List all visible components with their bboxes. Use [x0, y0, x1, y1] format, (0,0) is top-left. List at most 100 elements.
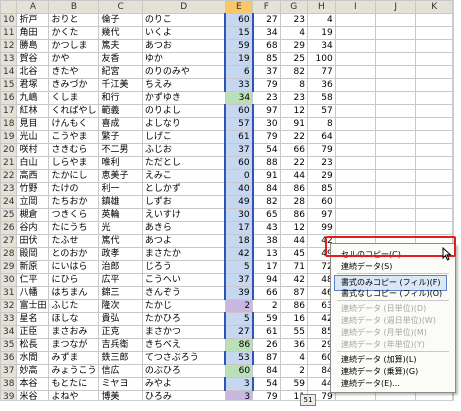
cell-h[interactable]: 64 — [307, 130, 336, 144]
cell-d[interactable]: みやよ — [141, 377, 226, 391]
cell-f[interactable]: 65 — [252, 208, 281, 222]
cell-b[interactable]: よねや — [48, 390, 100, 400]
cell-f[interactable]: 66 — [252, 286, 281, 300]
cell-i[interactable] — [334, 143, 377, 157]
cell-d[interactable]: きんぞう — [141, 286, 226, 300]
cell-b[interactable]: しらやま — [48, 156, 100, 170]
cell-b[interactable]: かや — [48, 52, 100, 66]
cell-c[interactable]: 友香 — [98, 52, 143, 66]
cell-g[interactable]: 55 — [279, 325, 309, 339]
cell-b[interactable]: きたや — [48, 65, 100, 79]
row-header[interactable]: 17 — [0, 104, 18, 118]
cell-f[interactable]: 84 — [252, 182, 281, 196]
cell-g[interactable]: 23 — [279, 13, 309, 27]
cell-j[interactable] — [374, 39, 417, 53]
cell-g[interactable]: 44 — [279, 169, 309, 183]
cell-b[interactable]: さきむら — [48, 143, 100, 157]
cell-g[interactable]: 12 — [279, 104, 309, 118]
cell-e[interactable]: 86 — [224, 338, 254, 352]
cell-i[interactable] — [334, 208, 377, 222]
cell-e[interactable]: 57 — [224, 117, 254, 131]
cell-c[interactable]: 千江美 — [98, 78, 143, 92]
cell-i[interactable] — [334, 104, 377, 118]
cell-e[interactable]: 18 — [224, 234, 254, 248]
cell-i[interactable] — [334, 221, 377, 235]
cell-k[interactable] — [415, 78, 453, 92]
cell-d[interactable]: のりこ — [141, 13, 226, 27]
cell-e[interactable]: 60 — [224, 13, 254, 27]
cell-d[interactable]: かずゆき — [141, 91, 226, 105]
cell-b[interactable]: こうやま — [48, 130, 100, 144]
cell-d[interactable]: のりよし — [141, 104, 226, 118]
cell-f[interactable]: 68 — [252, 39, 281, 53]
cell-d[interactable]: こうへい — [141, 273, 226, 287]
cell-c[interactable]: 正克 — [98, 325, 143, 339]
cell-e[interactable]: 53 — [224, 351, 254, 365]
cell-j[interactable] — [374, 52, 417, 66]
cell-a[interactable]: 田伏 — [16, 234, 50, 248]
cell-f[interactable]: 59 — [252, 312, 281, 326]
cell-g[interactable]: 42 — [279, 273, 309, 287]
cell-a[interactable]: 九嶋 — [16, 91, 50, 105]
cell-b[interactable]: にひら — [48, 273, 100, 287]
cell-g[interactable]: 12 — [279, 221, 309, 235]
cell-k[interactable] — [415, 13, 453, 27]
cell-k[interactable] — [415, 195, 453, 209]
cell-b[interactable]: かくた — [48, 26, 100, 40]
cell-e[interactable]: 40 — [224, 182, 254, 196]
row-header[interactable]: 13 — [0, 52, 18, 66]
cell-h[interactable]: 57 — [307, 104, 336, 118]
cell-j[interactable] — [374, 169, 417, 183]
cell-i[interactable] — [334, 117, 377, 131]
cell-c[interactable]: ミヤヨ — [98, 377, 143, 391]
cell-h[interactable]: 100 — [307, 52, 336, 66]
cell-e[interactable]: 60 — [224, 156, 254, 170]
cell-a[interactable]: 松長 — [16, 338, 50, 352]
cell-b[interactable]: ほしな — [48, 312, 100, 326]
cell-b[interactable]: にいはら — [48, 260, 100, 274]
row-header[interactable]: 10 — [0, 13, 18, 27]
cell-f[interactable]: 87 — [252, 351, 281, 365]
row-header[interactable]: 24 — [0, 195, 18, 209]
cell-j[interactable] — [374, 91, 417, 105]
cell-h[interactable]: 79 — [307, 143, 336, 157]
cell-c[interactable]: 英輪 — [98, 208, 143, 222]
cell-h[interactable]: 23 — [307, 156, 336, 170]
cell-g[interactable]: 4 — [279, 26, 309, 40]
cell-f[interactable]: 94 — [252, 273, 281, 287]
cell-d[interactable]: ただとし — [141, 156, 226, 170]
cell-i[interactable] — [334, 169, 377, 183]
cell-i[interactable] — [334, 130, 377, 144]
cell-f[interactable]: 79 — [252, 390, 281, 400]
cell-d[interactable]: ひろみ — [141, 390, 226, 400]
cell-c[interactable]: 範義 — [98, 104, 143, 118]
cell-e[interactable]: 60 — [224, 104, 254, 118]
cell-a[interactable]: 白山 — [16, 156, 50, 170]
cell-c[interactable]: 隆次 — [98, 299, 143, 313]
select-all-corner[interactable] — [0, 0, 18, 14]
cell-f[interactable]: 27 — [252, 13, 281, 27]
cell-e[interactable]: 5 — [224, 312, 254, 326]
cell-k[interactable] — [415, 221, 453, 235]
cell-k[interactable] — [415, 39, 453, 53]
column-header-f[interactable]: F — [252, 0, 281, 14]
cell-j[interactable] — [374, 65, 417, 79]
cell-d[interactable]: じろう — [141, 260, 226, 274]
cell-f[interactable]: 82 — [252, 195, 281, 209]
cell-c[interactable]: 鎮雄 — [98, 195, 143, 209]
column-header-d[interactable]: D — [141, 0, 226, 14]
cell-a[interactable]: 水間 — [16, 351, 50, 365]
cell-b[interactable]: みずま — [48, 351, 100, 365]
row-header[interactable]: 16 — [0, 91, 18, 105]
cell-f[interactable]: 37 — [252, 65, 281, 79]
cell-g[interactable]: 86 — [279, 208, 309, 222]
cell-e[interactable]: 19 — [224, 52, 254, 66]
cell-g[interactable]: 2 — [279, 364, 309, 378]
cell-e[interactable]: 5 — [224, 260, 254, 274]
cell-e[interactable]: 17 — [224, 221, 254, 235]
row-header[interactable]: 15 — [0, 78, 18, 92]
cell-h[interactable]: 29 — [307, 169, 336, 183]
cell-d[interactable]: きちべえ — [141, 338, 226, 352]
cell-e[interactable]: 37 — [224, 143, 254, 157]
cell-d[interactable]: よしなり — [141, 117, 226, 131]
